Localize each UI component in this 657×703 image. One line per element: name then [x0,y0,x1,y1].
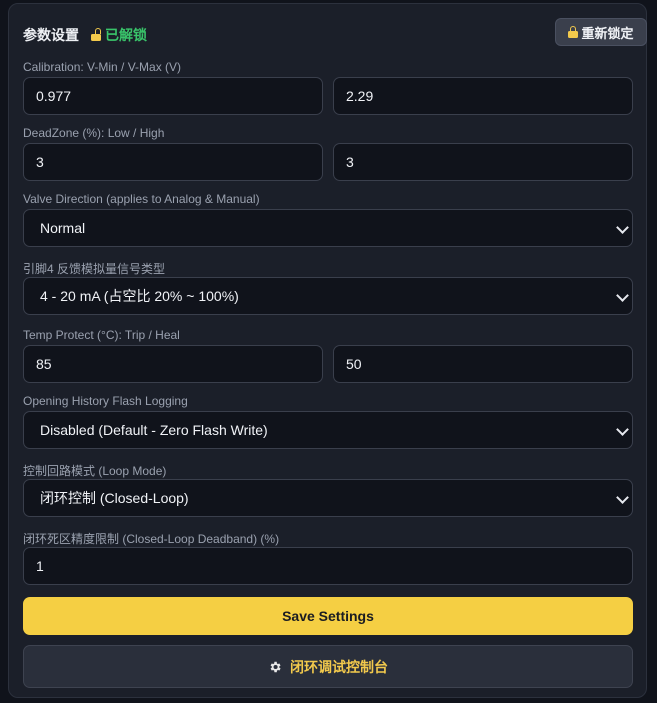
deadband-label: 闭环死区精度限制 (Closed-Loop Deadband) (%) [23,532,280,546]
calibration-vmin-input[interactable]: 0.977 [23,77,323,115]
unlocked-padlock-icon [91,28,101,41]
pin4-feedback-value: 4 - 20 mA (占空比 20% ~ 100%) [40,288,239,304]
padlock-icon [568,26,579,38]
loop-mode-value: 闭环控制 (Closed-Loop) [40,490,189,506]
chevron-down-icon [616,289,629,302]
lock-status: 已解锁 [91,25,147,45]
relock-button-label: 重新锁定 [581,25,634,41]
pin4-feedback-select[interactable]: 4 - 20 mA (占空比 20% ~ 100%) [23,277,633,315]
chevron-down-icon [616,423,629,436]
save-settings-button[interactable]: Save Settings [23,597,633,635]
flash-logging-value: Disabled (Default - Zero Flash Write) [40,422,268,438]
flash-logging-select[interactable]: Disabled (Default - Zero Flash Write) [23,411,633,449]
loop-mode-select[interactable]: 闭环控制 (Closed-Loop) [23,479,633,517]
valve-direction-select[interactable]: Normal [23,209,633,247]
chevron-down-icon [616,221,629,234]
calibration-label: Calibration: V-Min / V-Max (V) [23,60,182,74]
deadzone-high-input[interactable]: 3 [333,143,633,181]
save-settings-label: Save Settings [282,608,374,624]
panel-title: 参数设置 [23,27,79,43]
valve-direction-value: Normal [40,220,86,236]
deadzone-low-input[interactable]: 3 [23,143,323,181]
relock-button[interactable]: 重新锁定 [555,18,647,46]
deadzone-label: DeadZone (%): Low / High [23,126,165,140]
temp-trip-input[interactable]: 85 [23,345,323,383]
chevron-down-icon [616,491,629,504]
loop-mode-label: 控制回路模式 (Loop Mode) [23,464,167,478]
closed-loop-console-button[interactable]: 闭环调试控制台 [23,645,633,688]
temp-protect-label: Temp Protect (°C): Trip / Heal [23,328,180,342]
temp-heal-input[interactable]: 50 [333,345,633,383]
closed-loop-console-label: 闭环调试控制台 [290,658,388,675]
lock-status-text: 已解锁 [105,27,147,43]
gear-icon [270,661,281,672]
panel-header: 参数设置 已解锁 重新锁定 [23,18,647,50]
flash-logging-label: Opening History Flash Logging [23,394,188,408]
pin4-feedback-label: 引脚4 反馈模拟量信号类型 [23,262,166,276]
calibration-vmax-input[interactable]: 2.29 [333,77,633,115]
settings-panel: 参数设置 已解锁 重新锁定 Calibration: V-Min / V-Max… [8,3,647,698]
deadband-input[interactable]: 1 [23,547,633,585]
valve-direction-label: Valve Direction (applies to Analog & Man… [23,192,260,206]
